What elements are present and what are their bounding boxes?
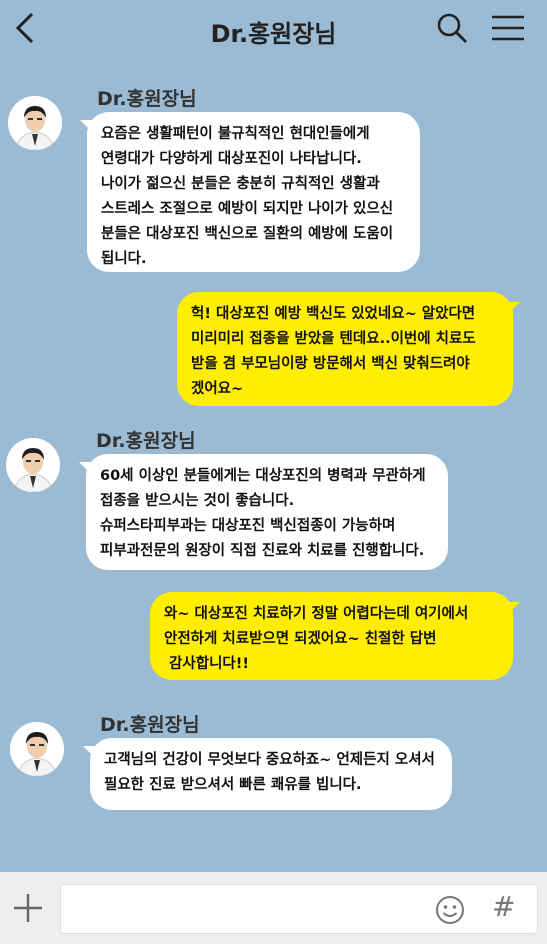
- menu-icon[interactable]: [488, 10, 528, 46]
- message-line: 미리미리 접종을 받았을 텐데요..이번에 치료도: [191, 331, 476, 347]
- message-line: 겠어요~: [191, 381, 244, 397]
- message-line: 헉! 대상포진 예방 백신도 있었네요~ 알았다면: [191, 306, 476, 322]
- sender-name: Dr.홍원장님: [100, 714, 200, 736]
- message-input-bar: #: [0, 872, 547, 944]
- message-line: 와~ 대상포진 치료하기 정말 어렵다는데 여기에서: [164, 606, 469, 622]
- chat-header: Dr.홍원장님: [0, 0, 547, 60]
- message-line: 받을 겸 부모님이랑 방문해서 백신 맞춰드려야: [191, 356, 470, 372]
- avatar[interactable]: [10, 722, 64, 776]
- message-line: 피부과전문의 원장이 직접 진료와 치료를 진행합니다.: [100, 543, 425, 559]
- emoji-icon[interactable]: [434, 894, 466, 926]
- avatar[interactable]: [8, 96, 62, 150]
- message-input[interactable]: [60, 884, 538, 934]
- hashtag-button[interactable]: #: [492, 890, 515, 923]
- doctor-avatar-icon: [6, 438, 60, 492]
- message-line: 60세 이상인 분들에게는 대상포진의 병력과 무관하게: [100, 468, 426, 484]
- message-line: 안전하게 치료받으면 되겠어요~ 친절한 답변: [164, 631, 437, 647]
- message-bubble-incoming: 60세 이상인 분들에게는 대상포진의 병력과 무관하게 접종을 받으시는 것이…: [86, 454, 448, 570]
- message-line: 연령대가 다양하게 대상포진이 나타납니다.: [101, 151, 362, 167]
- message-line: 요즘은 생활패턴이 불규칙적인 현대인들에게: [101, 126, 370, 142]
- sender-name: Dr.홍원장님: [97, 88, 197, 110]
- message-bubble-incoming: 요즘은 생활패턴이 불규칙적인 현대인들에게 연령대가 다양하게 대상포진이 나…: [87, 112, 420, 272]
- search-icon[interactable]: [434, 10, 470, 46]
- message-line: 스트레스 조절으로 예방이 되지만 나이가 있으신: [101, 201, 394, 217]
- plus-icon[interactable]: [12, 892, 44, 924]
- message-bubble-incoming: 고객님의 건강이 무엇보다 중요하죠~ 언제든지 오셔서 필요한 진료 받으셔서…: [90, 738, 452, 810]
- doctor-avatar-icon: [8, 96, 62, 150]
- message-line: 감사합니다!!: [164, 656, 249, 672]
- message-line: 나이가 젊으신 분들은 충분히 규칙적인 생활과: [101, 176, 380, 192]
- doctor-avatar-icon: [10, 722, 64, 776]
- message-line: 슈퍼스타피부과는 대상포진 백신접종이 가능하며: [100, 518, 396, 534]
- message-line: 분들은 대상포진 백신으로 질환의 예방에 도움이: [101, 226, 394, 242]
- message-line: 필요한 진료 받으셔서 빠른 쾌유를 빕니다.: [104, 777, 362, 793]
- message-line: 됩니다.: [101, 251, 147, 267]
- message-line: 고객님의 건강이 무엇보다 중요하죠~ 언제든지 오셔서: [104, 752, 435, 768]
- message-bubble-outgoing: 헉! 대상포진 예방 백신도 있었네요~ 알았다면 미리미리 접종을 받았을 텐…: [177, 292, 513, 406]
- message-bubble-outgoing: 와~ 대상포진 치료하기 정말 어렵다는데 여기에서 안전하게 치료받으면 되겠…: [150, 592, 513, 680]
- sender-name: Dr.홍원장님: [96, 430, 196, 452]
- message-line: 접종을 받으시는 것이 좋습니다.: [100, 493, 295, 509]
- avatar[interactable]: [6, 438, 60, 492]
